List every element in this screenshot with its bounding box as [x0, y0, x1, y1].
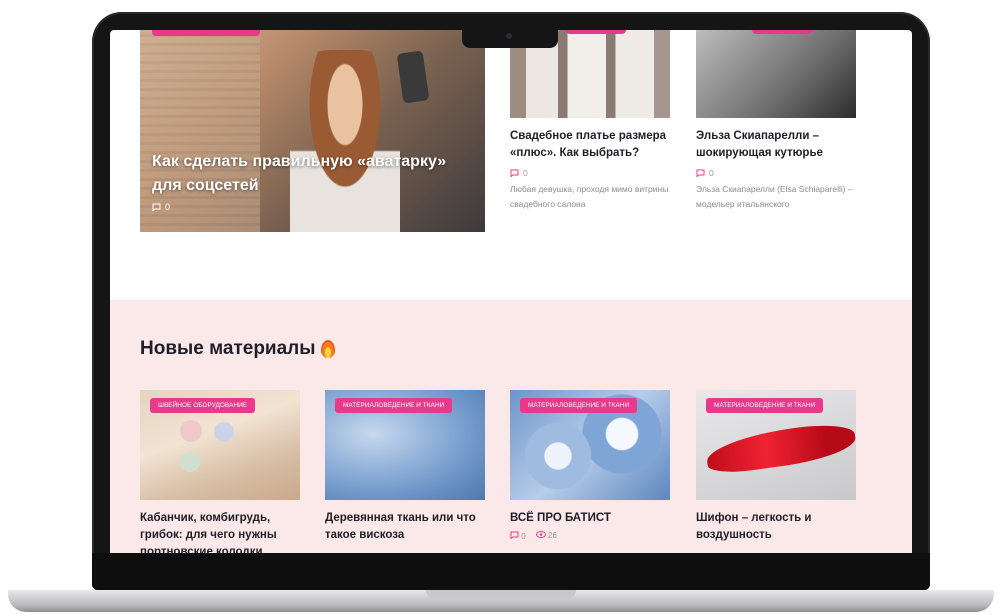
fire-icon	[321, 340, 336, 358]
material-thumbnail[interactable]: МАТЕРИАЛОВЕДЕНИЕ И ТКАНИ	[325, 390, 485, 500]
image-detail	[704, 419, 856, 477]
featured-card[interactable]: Свадебное платье размера «плюс». Как выб…	[510, 30, 670, 212]
hero-comment-count: 0	[152, 202, 170, 212]
laptop-opening-notch	[426, 590, 576, 599]
featured-excerpt: Любая девушка, проходя мимо витрины свад…	[510, 184, 669, 209]
material-card[interactable]: МАТЕРИАЛОВЕДЕНИЕ И ТКАНИ ВСЁ ПРО БАТИСТ …	[510, 390, 670, 541]
material-meta: 0 26	[510, 531, 670, 541]
hero-comments-value: 0	[165, 202, 171, 212]
hero-category-tag	[152, 30, 260, 36]
material-title[interactable]: Кабанчик, комбигрудь, грибок: для чего н…	[140, 510, 300, 553]
eye-icon	[535, 531, 546, 538]
category-tag	[752, 30, 812, 34]
view-count: 26	[535, 531, 557, 541]
laptop-bottom-bezel	[92, 553, 930, 590]
comments-value: 0	[521, 532, 526, 541]
featured-title[interactable]: Свадебное платье размера «плюс». Как выб…	[510, 128, 670, 162]
image-detail	[180, 452, 200, 472]
category-tag[interactable]: МАТЕРИАЛОВЕДЕНИЕ И ТКАНИ	[706, 398, 824, 413]
new-materials-section: Новые материалы ШВЕЙНОЕ ОБОРУДОВАНИЕ Каб…	[110, 300, 912, 553]
camera-lens	[506, 33, 512, 39]
material-card[interactable]: МАТЕРИАЛОВЕДЕНИЕ И ТКАНИ Деревянная ткан…	[325, 390, 485, 544]
material-title[interactable]: ВСЁ ПРО БАТИСТ	[510, 510, 670, 527]
comment-icon	[510, 531, 519, 540]
comment-icon	[696, 169, 705, 177]
material-thumbnail[interactable]: МАТЕРИАЛОВЕДЕНИЕ И ТКАНИ	[696, 390, 856, 500]
comments-value: 0	[709, 168, 714, 178]
category-tag[interactable]: ШВЕЙНОЕ ОБОРУДОВАНИЕ	[150, 398, 256, 413]
featured-title[interactable]: Эльза Скиапарелли – шокирующая кутюрье	[696, 128, 856, 162]
hero-article-card[interactable]: Как сделать правильную «аватарку» для со…	[140, 30, 485, 232]
hero-image-person	[290, 50, 400, 232]
material-title[interactable]: Деревянная ткань или что такое вискоза	[325, 510, 485, 544]
section-heading: Новые материалы	[140, 338, 336, 360]
section-heading-text: Новые материалы	[140, 338, 316, 359]
featured-card[interactable]: Эльза Скиапарелли – шокирующая кутюрье 0…	[696, 30, 856, 212]
material-title[interactable]: Шифон – легкость и воздушность	[696, 510, 856, 544]
comment-count: 0	[696, 168, 856, 178]
browser-viewport: Как сделать правильную «аватарку» для со…	[110, 30, 912, 553]
material-thumbnail[interactable]: МАТЕРИАЛОВЕДЕНИЕ И ТКАНИ	[510, 390, 670, 500]
material-card[interactable]: ШВЕЙНОЕ ОБОРУДОВАНИЕ Кабанчик, комбигруд…	[140, 390, 300, 553]
image-detail	[214, 422, 234, 442]
comments-value: 0	[523, 168, 528, 178]
comment-icon	[152, 203, 161, 211]
category-tag[interactable]: МАТЕРИАЛОВЕДЕНИЕ И ТКАНИ	[335, 398, 453, 413]
image-detail	[180, 420, 202, 442]
comment-count: 0	[510, 531, 526, 541]
hero-title[interactable]: Как сделать правильную «аватарку» для со…	[152, 150, 472, 198]
featured-thumbnail[interactable]	[696, 30, 856, 118]
featured-excerpt: Эльза Скиапарелли (Elsa Schiaparelli) – …	[696, 184, 853, 209]
material-thumbnail[interactable]: ШВЕЙНОЕ ОБОРУДОВАНИЕ	[140, 390, 300, 500]
comment-icon	[510, 169, 519, 177]
comment-count: 0	[510, 168, 670, 178]
category-tag	[566, 30, 626, 34]
material-card[interactable]: МАТЕРИАЛОВЕДЕНИЕ И ТКАНИ Шифон – легкост…	[696, 390, 856, 544]
hero-image-phone	[396, 50, 430, 104]
views-value: 26	[547, 531, 557, 540]
category-tag[interactable]: МАТЕРИАЛОВЕДЕНИЕ И ТКАНИ	[520, 398, 638, 413]
